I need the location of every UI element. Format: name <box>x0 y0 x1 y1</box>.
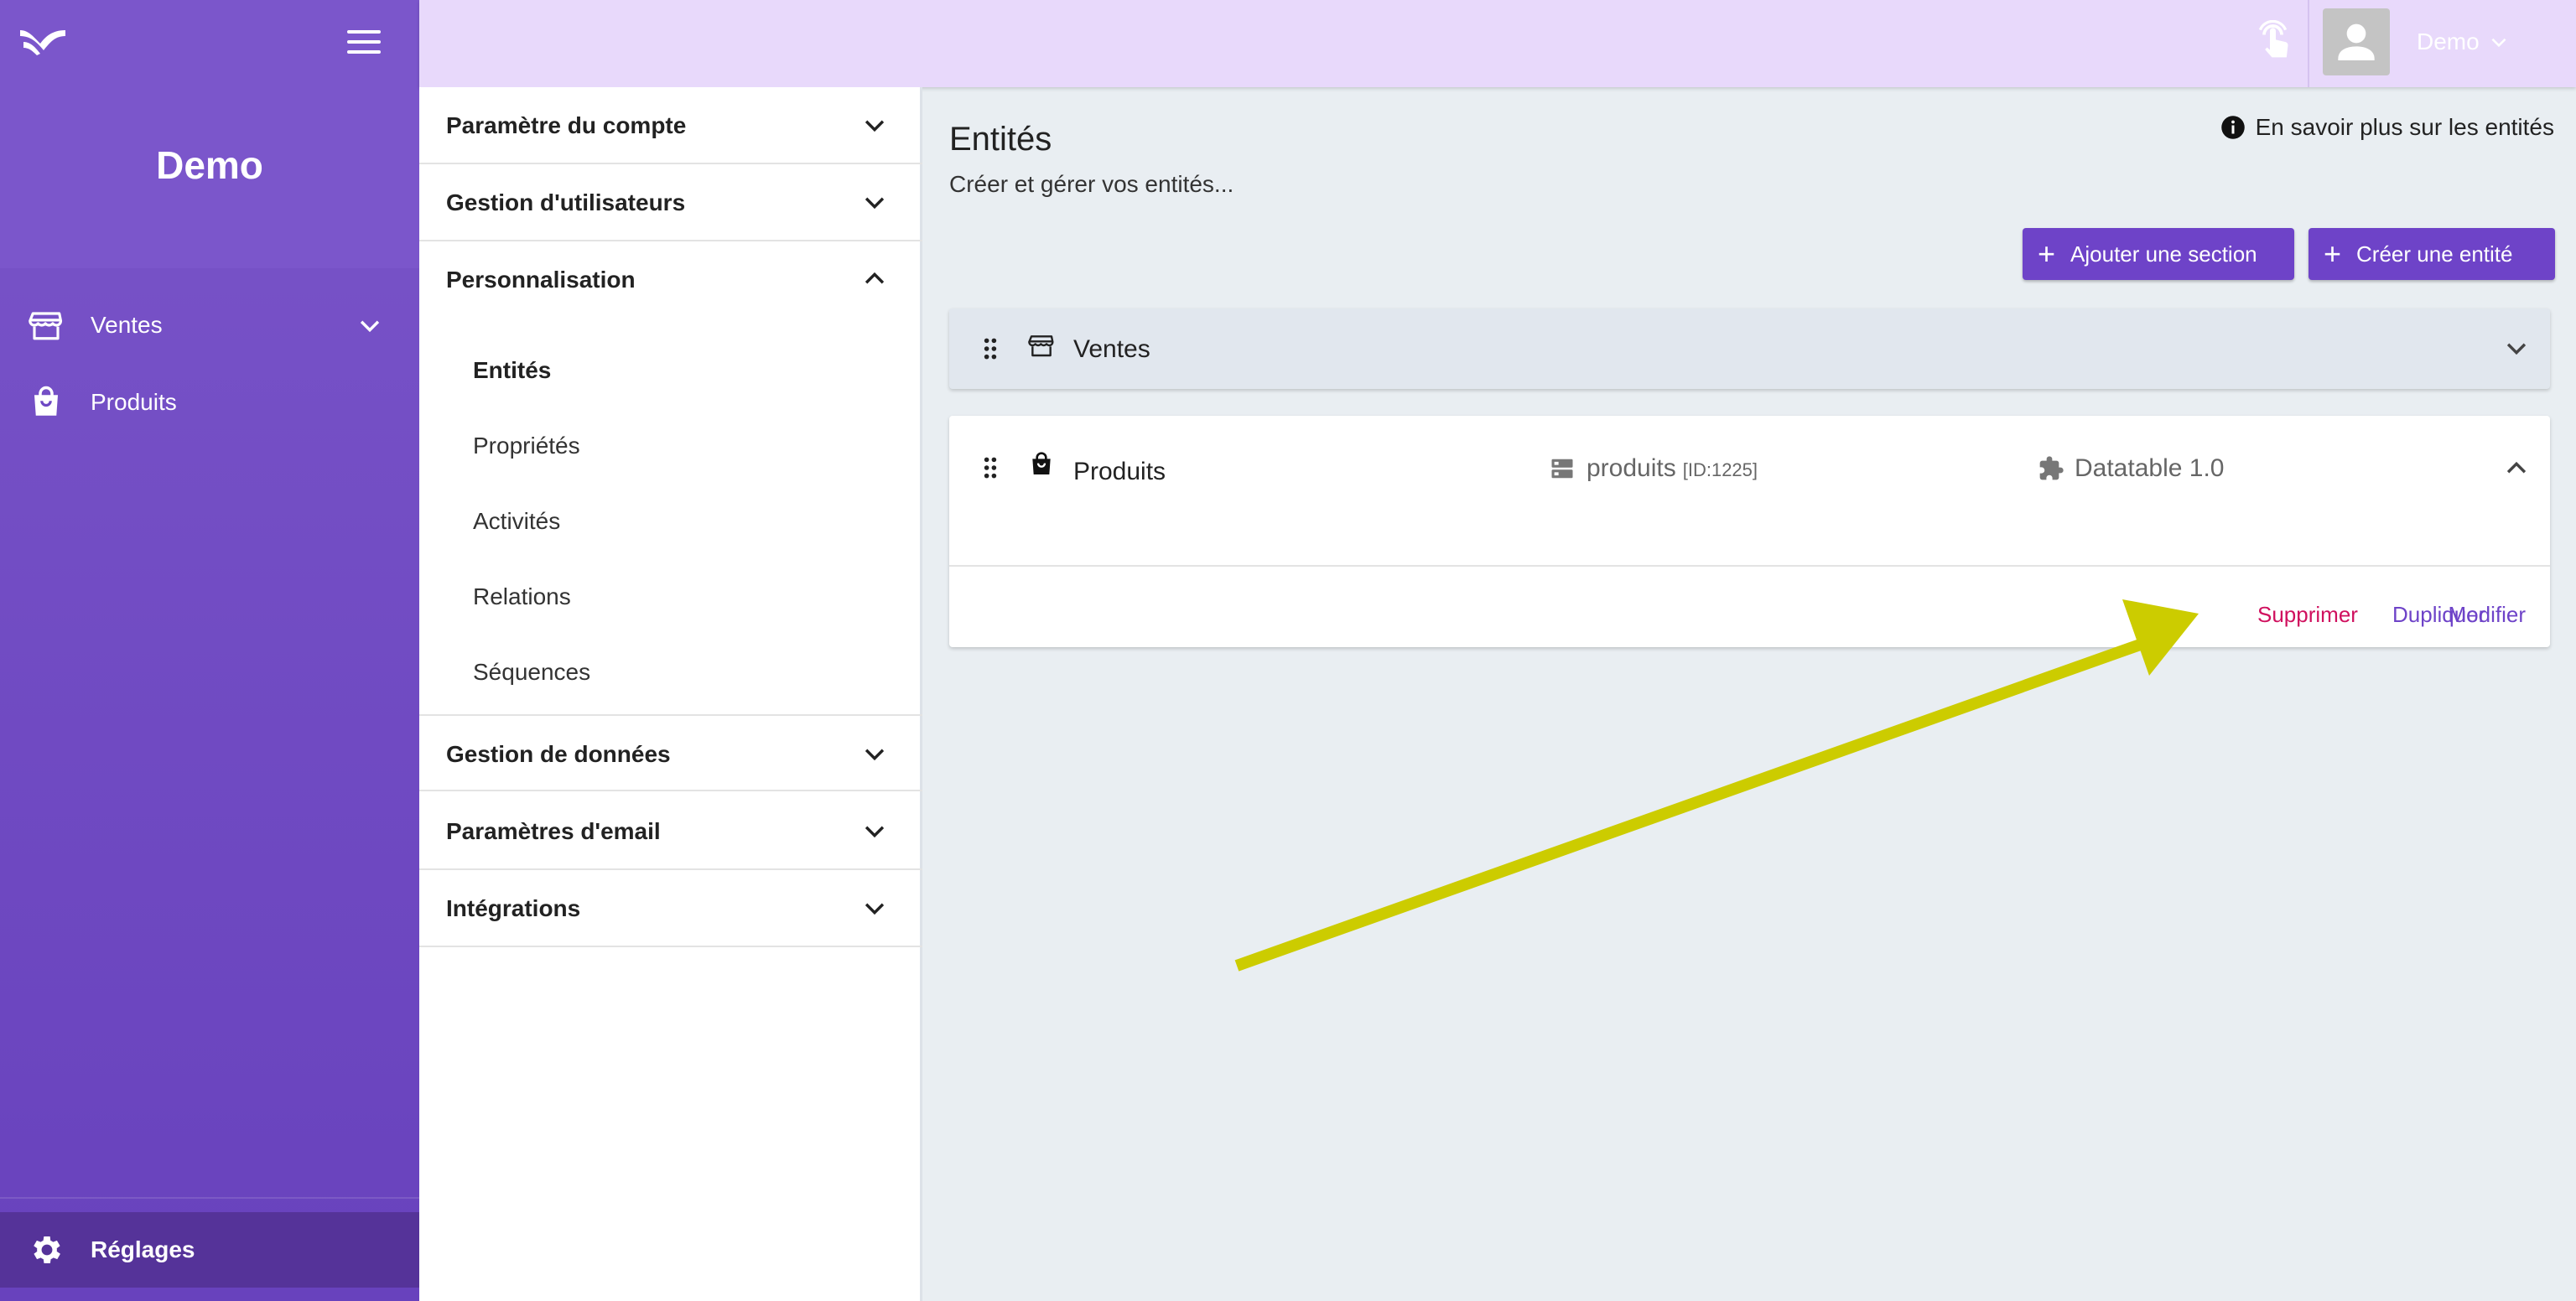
chevron-down-icon[interactable] <box>2502 334 2531 362</box>
main-content: Entités Créer et gérer vos entités... En… <box>925 87 2576 1301</box>
entity-table-id: [ID:1225] <box>1682 459 1758 480</box>
edit-button[interactable]: Modifier <box>2449 602 2526 628</box>
menu-section-integrations[interactable]: Intégrations <box>419 870 922 947</box>
page-subtitle: Créer et gérer vos entités... <box>949 171 1234 197</box>
user-menu[interactable]: Demo <box>2417 29 2510 55</box>
sidebar-settings-label: Réglages <box>91 1236 195 1262</box>
chevron-down-icon <box>865 826 885 838</box>
drag-handle-icon[interactable] <box>983 456 998 479</box>
entity-card-produits: Produits produits [ID:1225] Datatable 1.… <box>949 416 2550 647</box>
entity-plugin: Datatable 1.0 <box>2038 454 2224 483</box>
person-icon <box>2338 23 2375 60</box>
entity-plugin-name: Datatable 1.0 <box>2075 454 2225 482</box>
entity-table: produits [ID:1225] <box>1550 454 1758 483</box>
chevron-down-icon <box>2491 38 2506 48</box>
chevron-down-icon <box>865 120 885 132</box>
sidebar-item-ventes[interactable]: Ventes <box>0 293 419 357</box>
menu-section-label: Personnalisation <box>446 267 636 293</box>
menu-item-sequences[interactable]: Séquences <box>473 659 590 686</box>
page-title: Entités <box>949 121 1052 158</box>
touch-gesture-icon[interactable] <box>2252 20 2299 67</box>
menu-section-account[interactable]: Paramètre du compte <box>419 87 922 164</box>
chevron-down-icon <box>865 749 885 761</box>
menu-item-entites[interactable]: Entités <box>473 357 551 384</box>
sidebar-item-settings[interactable]: Réglages <box>0 1212 419 1288</box>
entity-name: Produits <box>1073 458 1166 485</box>
chevron-up-icon[interactable] <box>2502 454 2531 483</box>
chevron-down-icon <box>865 197 885 210</box>
sidebar-item-label: Ventes <box>91 312 163 338</box>
shopping-bag-icon <box>34 386 58 416</box>
info-icon <box>2220 116 2245 139</box>
menu-section-label: Paramètre du compte <box>446 112 687 138</box>
divider <box>949 565 2550 567</box>
delete-button[interactable]: Supprimer <box>2257 602 2358 628</box>
plus-icon: + <box>2038 236 2056 271</box>
storage-icon <box>1551 459 1573 479</box>
plus-icon: + <box>2324 236 2342 271</box>
learn-more-link[interactable]: En savoir plus sur les entités <box>2220 114 2554 141</box>
button-label: Créer une entité <box>2356 241 2513 267</box>
sidebar-item-produits[interactable]: Produits <box>0 371 419 434</box>
section-card-ventes: Ventes <box>949 308 2550 389</box>
menu-toggle-icon[interactable] <box>347 30 381 55</box>
section-name: Ventes <box>1073 335 1150 363</box>
menu-section-label: Gestion d'utilisateurs <box>446 189 686 215</box>
divider <box>2308 0 2309 87</box>
shopping-bag-icon <box>1032 452 1051 474</box>
user-name: Demo <box>2417 29 2480 54</box>
store-icon <box>1028 335 1054 357</box>
menu-section-customization[interactable]: Personnalisation <box>419 241 922 319</box>
store-icon <box>29 312 63 340</box>
chevron-up-icon <box>865 272 885 284</box>
menu-section-label: Paramètres d'email <box>446 818 661 844</box>
chevron-down-icon <box>360 320 380 333</box>
add-section-button[interactable]: + Ajouter une section <box>2023 228 2294 280</box>
menu-item-proprietes[interactable]: Propriétés <box>473 433 580 459</box>
app-logo-icon[interactable] <box>18 25 69 59</box>
menu-section-label: Intégrations <box>446 895 581 921</box>
menu-section-users[interactable]: Gestion d'utilisateurs <box>419 164 922 241</box>
puzzle-icon <box>2039 456 2064 480</box>
menu-item-relations[interactable]: Relations <box>473 583 571 610</box>
gear-icon <box>34 1236 60 1263</box>
menu-section-email[interactable]: Paramètres d'email <box>419 793 922 870</box>
menu-section-label: Gestion de données <box>446 741 671 767</box>
learn-more-label: En savoir plus sur les entités <box>2255 114 2554 140</box>
menu-section-data[interactable]: Gestion de données <box>419 714 922 791</box>
workspace-name: Demo <box>156 143 263 187</box>
entity-table-name: produits <box>1587 454 1676 482</box>
settings-menu: Paramètre du compte Gestion d'utilisateu… <box>419 87 922 1301</box>
create-entity-button[interactable]: + Créer une entité <box>2309 228 2555 280</box>
sidebar-item-label: Produits <box>91 389 177 415</box>
sidebar-header: Demo <box>0 0 419 268</box>
app-sidebar: Demo Ventes Produits Réglages <box>0 0 419 1301</box>
menu-item-activites[interactable]: Activités <box>473 508 560 535</box>
avatar[interactable] <box>2323 8 2390 75</box>
button-label: Ajouter une section <box>2070 241 2257 267</box>
divider <box>0 1197 419 1199</box>
top-bar: Demo <box>419 0 2576 87</box>
drag-handle-icon[interactable] <box>983 337 998 360</box>
chevron-down-icon <box>865 903 885 915</box>
